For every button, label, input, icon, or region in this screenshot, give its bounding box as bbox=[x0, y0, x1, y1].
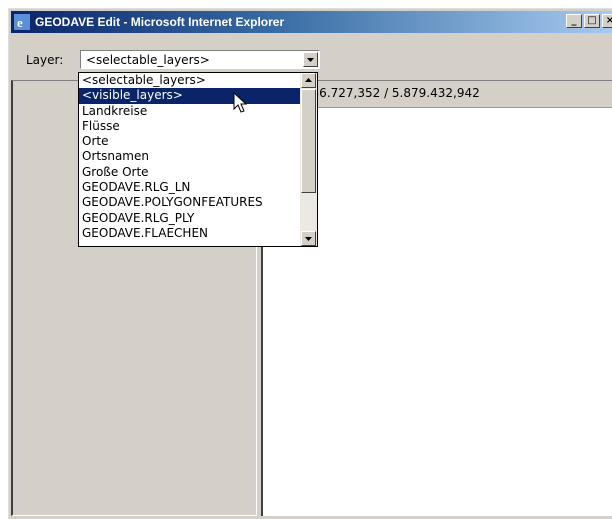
dropdown-option[interactable]: <selectable_layers> bbox=[79, 73, 300, 88]
maximize-icon[interactable]: □ bbox=[584, 14, 600, 28]
layer-select[interactable]: <selectable_layers> bbox=[80, 50, 320, 69]
layer-select-arrow[interactable] bbox=[303, 52, 318, 67]
close-icon[interactable]: × bbox=[602, 14, 612, 28]
dropdown-scrollbar[interactable] bbox=[300, 73, 317, 246]
chevron-up-icon bbox=[305, 78, 312, 82]
dropdown-options: <selectable_layers> <visible_layers> Lan… bbox=[79, 73, 300, 241]
dropdown-option-selected[interactable]: <visible_layers> bbox=[79, 88, 300, 104]
svg-text:e: e bbox=[17, 15, 23, 30]
layer-label: Layer: bbox=[26, 53, 64, 67]
title-bar[interactable]: e GEODAVE Edit - Microsoft Internet Expl… bbox=[11, 11, 612, 33]
minimize-icon[interactable]: _ bbox=[566, 14, 582, 28]
scroll-up-button[interactable] bbox=[301, 73, 316, 88]
dropdown-option[interactable]: GEODAVE.POLYGONFEATURES bbox=[79, 195, 300, 210]
dropdown-option[interactable]: GEODAVE.RLG_PLY bbox=[79, 211, 300, 226]
dropdown-option[interactable]: Orte bbox=[79, 134, 300, 149]
scroll-down-button[interactable] bbox=[301, 231, 316, 246]
scroll-thumb[interactable] bbox=[301, 89, 316, 193]
internet-explorer-icon: e bbox=[14, 14, 30, 30]
mouse-cursor-icon bbox=[233, 92, 247, 113]
dropdown-option[interactable]: Landkreise bbox=[79, 104, 300, 119]
window-title: GEODAVE Edit - Microsoft Internet Explor… bbox=[35, 15, 285, 29]
layer-select-value: <selectable_layers> bbox=[86, 53, 210, 67]
dropdown-option[interactable]: Ortsnamen bbox=[79, 149, 300, 164]
layer-dropdown-list[interactable]: <selectable_layers> <visible_layers> Lan… bbox=[78, 72, 318, 247]
dropdown-option[interactable]: GEODAVE.RLG_LN bbox=[79, 180, 300, 195]
dropdown-option[interactable]: GEODAVE.FLAECHEN bbox=[79, 226, 300, 241]
dropdown-option[interactable]: Flüsse bbox=[79, 119, 300, 134]
chevron-down-icon bbox=[305, 237, 312, 241]
dropdown-option[interactable]: Große Orte bbox=[79, 165, 300, 180]
chevron-down-icon bbox=[307, 58, 314, 62]
